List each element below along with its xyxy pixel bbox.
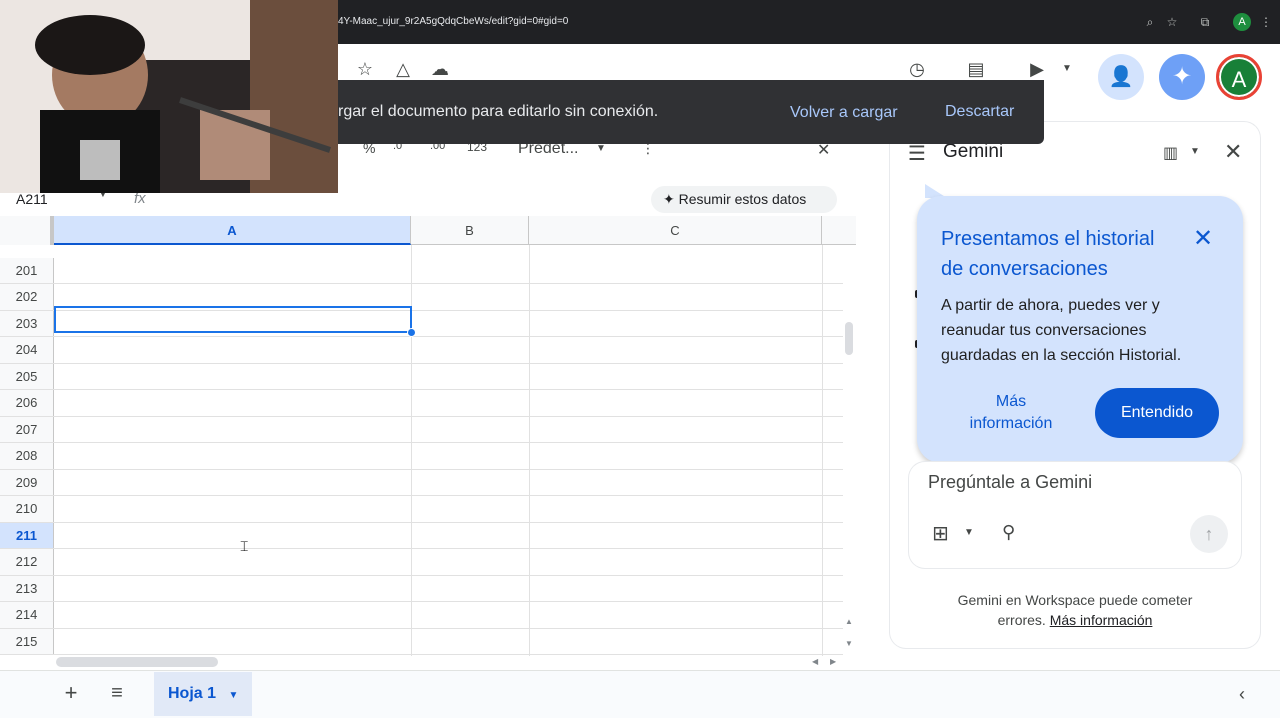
row-number[interactable]: 209 <box>0 469 54 495</box>
row-number[interactable]: 207 <box>0 416 54 442</box>
summarize-label: Resumir estos datos <box>678 191 807 207</box>
gemini-disclaimer: Gemini en Workspace puede cometer errore… <box>940 590 1210 630</box>
table-icon[interactable]: ⊞ <box>932 521 949 546</box>
row-number[interactable]: 213 <box>0 575 54 601</box>
table-row: 212 <box>0 549 843 576</box>
comments-icon[interactable]: ▤ <box>963 56 989 82</box>
horizontal-scrollbar-thumb[interactable] <box>56 657 218 667</box>
scroll-down-icon[interactable]: ▼ <box>845 639 853 648</box>
tune-icon[interactable]: ⚲ <box>1002 522 1015 543</box>
menu-icon[interactable]: ☰ <box>908 141 926 166</box>
table-row: 214 <box>0 602 843 629</box>
browser-profile-avatar[interactable]: A <box>1233 13 1251 31</box>
dismiss-button[interactable]: Descartar <box>945 103 1014 121</box>
row-number[interactable]: 212 <box>0 549 54 575</box>
gemini-spark-icon: ✦ <box>1171 63 1193 90</box>
scroll-up-icon[interactable]: ▲ <box>845 617 853 626</box>
scroll-left-icon[interactable]: ◀ <box>812 657 818 666</box>
prompt-input[interactable]: Pregúntale a Gemini <box>928 472 1092 493</box>
fill-handle[interactable] <box>407 328 416 337</box>
row-number[interactable]: 204 <box>0 337 54 363</box>
font-dropdown-icon[interactable]: ▼ <box>596 143 606 154</box>
row-number[interactable]: 215 <box>0 628 54 654</box>
chevron-left-icon[interactable]: ‹ <box>1239 684 1245 705</box>
spark-icon: ✦ <box>663 191 675 207</box>
table-row: 213 <box>0 575 843 602</box>
panel-layout-icon[interactable]: ▥ <box>1163 143 1178 163</box>
row-number[interactable]: 210 <box>0 496 54 522</box>
row-number[interactable]: 208 <box>0 443 54 469</box>
table-row: 201 <box>0 257 843 284</box>
cloud-status-icon[interactable]: ☁ <box>427 56 453 82</box>
meet-icon[interactable]: ▶ <box>1024 56 1050 82</box>
column-header-c[interactable]: C <box>529 216 822 245</box>
profile-avatar[interactable]: A <box>1216 54 1262 100</box>
summarize-data-button[interactable]: ✦ Resumir estos datos <box>651 186 837 213</box>
webcam-overlay <box>0 0 338 193</box>
sheet-tab-active[interactable]: Hoja 1 ▼ <box>154 672 252 716</box>
row-number[interactable]: 203 <box>0 310 54 336</box>
table-row: 205 <box>0 363 843 390</box>
table-row: 207 <box>0 416 843 443</box>
got-it-button[interactable]: Entendido <box>1095 388 1219 438</box>
meet-dropdown-icon[interactable]: ▼ <box>1054 56 1080 82</box>
row-number[interactable]: 205 <box>0 363 54 389</box>
table-dropdown-icon[interactable]: ▼ <box>964 527 974 538</box>
selected-cell[interactable] <box>54 306 412 333</box>
row-number-selected[interactable]: 211 <box>0 522 54 548</box>
table-row: 211 <box>0 522 843 549</box>
select-all-corner[interactable] <box>0 216 54 245</box>
move-to-drive-icon[interactable]: △ <box>390 56 416 82</box>
panel-layout-dropdown-icon[interactable]: ▼ <box>1190 146 1200 157</box>
webcam-person-image <box>0 0 338 193</box>
table-row: 206 <box>0 390 843 417</box>
add-sheet-icon[interactable]: + <box>60 682 82 704</box>
add-person-icon: 👤 <box>1108 66 1134 88</box>
table-row: 215 <box>0 628 843 655</box>
table-row: 208 <box>0 443 843 470</box>
snackbar-message: rgar el documento para editarlo sin cone… <box>338 103 659 120</box>
bookmark-star-icon[interactable]: ☆ <box>1163 13 1181 31</box>
gemini-panel-title: Gemini <box>943 141 1004 162</box>
sheet-tab-label: Hoja 1 <box>168 685 217 702</box>
star-icon[interactable]: ☆ <box>352 56 378 82</box>
gemini-toggle-button[interactable]: ✦ <box>1159 54 1205 100</box>
vertical-scrollbar-thumb[interactable] <box>845 322 853 355</box>
chevron-down-icon[interactable]: ▼ <box>228 690 238 701</box>
column-header-row: A B C <box>0 216 856 245</box>
arrow-up-icon: ↑ <box>1204 524 1214 544</box>
table-row: 209 <box>0 469 843 496</box>
row-number[interactable]: 202 <box>0 284 54 310</box>
mouse-cursor-icon: ⌶ <box>240 538 249 554</box>
callout-body: A partir de ahora, puedes ver y reanudar… <box>941 297 1182 364</box>
table-row: 204 <box>0 337 843 364</box>
disclaimer-more-info-link[interactable]: Más información <box>1050 612 1153 628</box>
callout-title: Presentamos el historial de conversacion… <box>941 228 1155 280</box>
column-header-b[interactable]: B <box>411 216 529 245</box>
close-icon[interactable]: ✕ <box>1224 139 1242 165</box>
browser-menu-icon[interactable]: ⋮ <box>1257 13 1275 31</box>
spreadsheet-grid[interactable]: A B C 201 202 203 204 205 206 207 208 20… <box>0 216 856 656</box>
row-number[interactable]: 214 <box>0 602 54 628</box>
reload-button[interactable]: Volver a cargar <box>790 104 898 122</box>
history-icon[interactable]: ◷ <box>904 56 930 82</box>
more-info-link[interactable]: Más información <box>960 391 1062 435</box>
offline-snackbar: rgar el documento para editarlo sin cone… <box>338 80 1044 144</box>
row-number[interactable]: 201 <box>0 257 54 283</box>
callout-close-icon[interactable]: ✕ <box>1193 224 1213 253</box>
send-button[interactable]: ↑ <box>1190 515 1228 553</box>
column-header-a[interactable]: A <box>54 216 411 245</box>
share-person-button[interactable]: 👤 <box>1098 54 1144 100</box>
table-row: 210 <box>0 496 843 523</box>
name-box[interactable]: A211 <box>16 191 48 207</box>
address-bar-url[interactable]: 4Y-Maac_ujur_9r2A5gQdqCbeWs/edit?gid=0#g… <box>338 16 568 27</box>
extensions-icon[interactable]: ⧉ <box>1196 13 1214 31</box>
all-sheets-menu-icon[interactable]: ≡ <box>106 682 128 704</box>
scroll-right-icon[interactable]: ▶ <box>830 657 836 666</box>
zoom-icon[interactable]: ⌕ <box>1141 13 1159 31</box>
row-number[interactable]: 206 <box>0 390 54 416</box>
